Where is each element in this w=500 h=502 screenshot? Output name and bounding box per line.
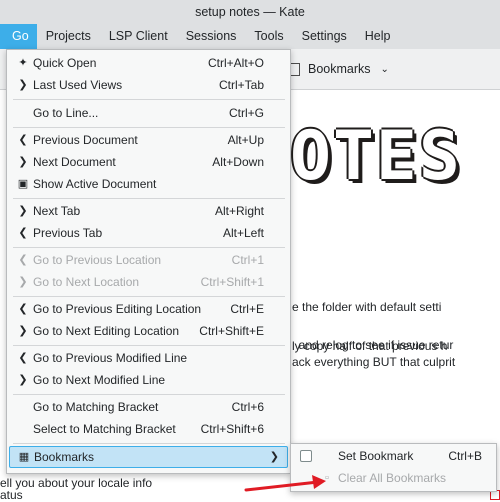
annotation-arrow (244, 475, 326, 492)
